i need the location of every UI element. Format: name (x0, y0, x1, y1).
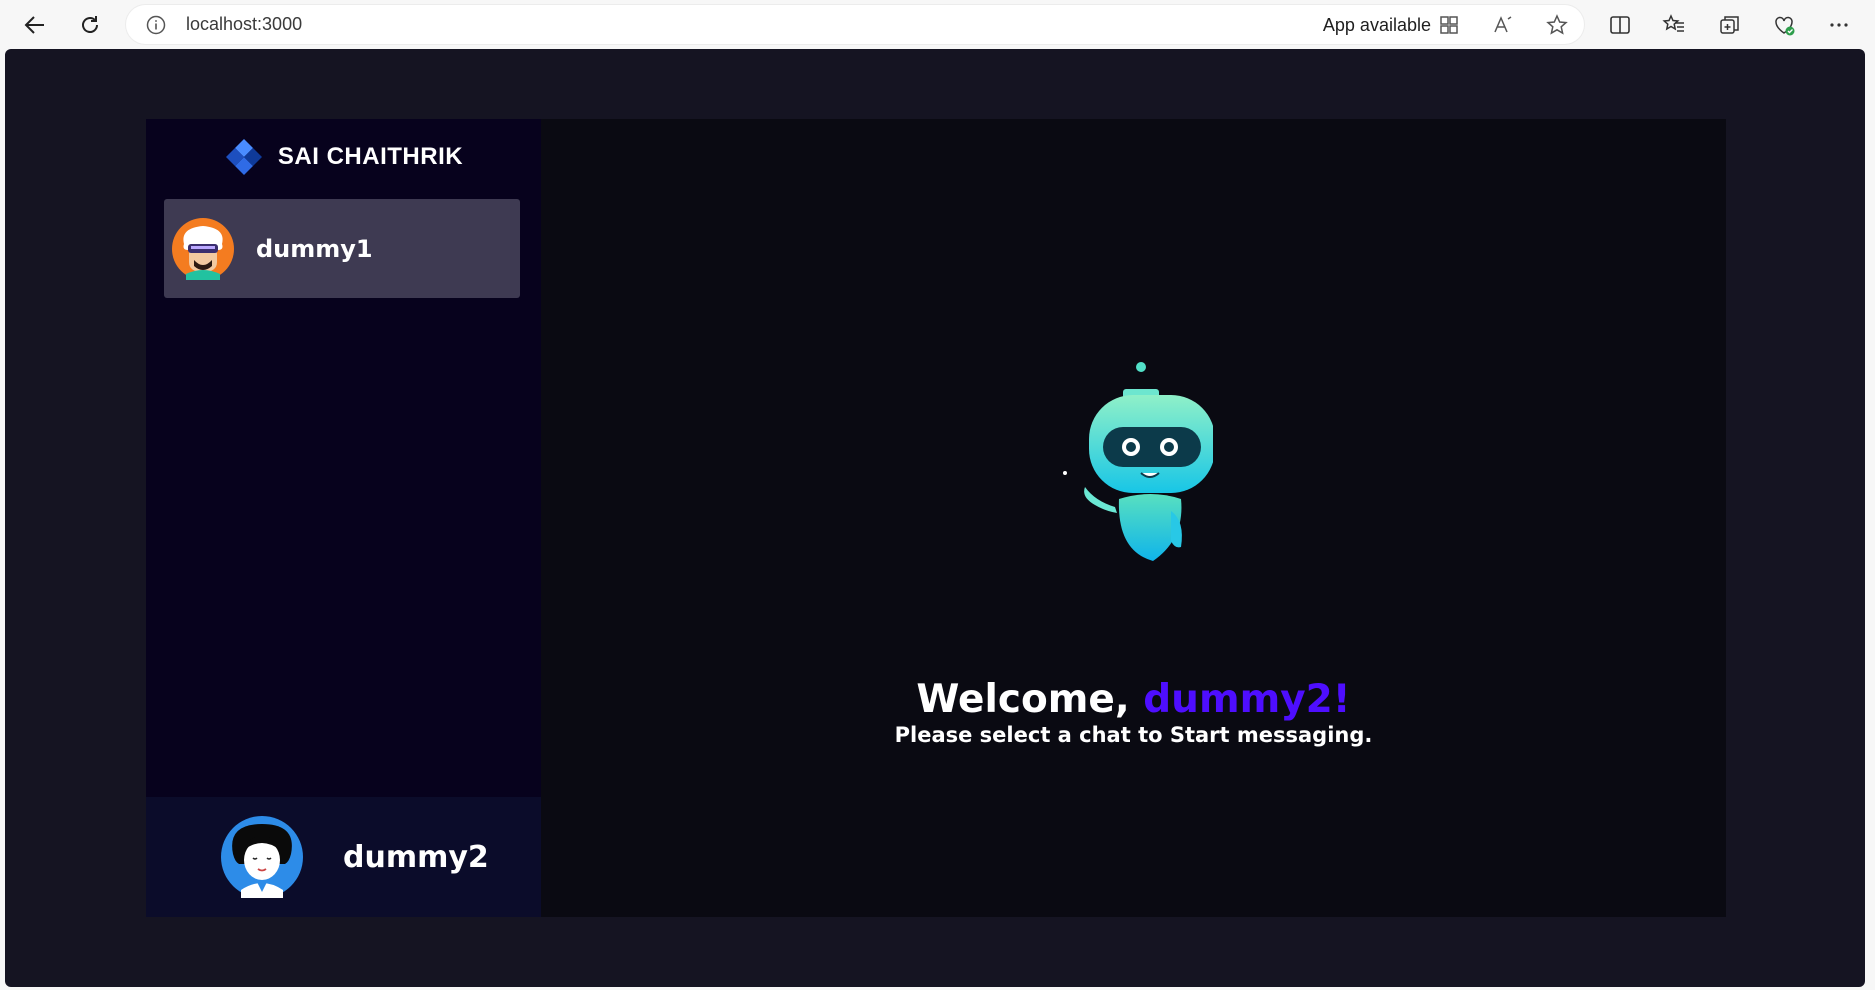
app-install-icon[interactable] (1438, 14, 1460, 36)
contacts-sidebar: SAI CHAITHRIK dummy1 dummy2 (146, 119, 541, 917)
page-viewport: SAI CHAITHRIK dummy1 dummy2 Welcome, dum… (5, 49, 1865, 987)
favorites-icon[interactable] (1662, 13, 1686, 37)
welcome-subtitle: Please select a chat to Start messaging. (894, 723, 1373, 747)
address-url[interactable]: localhost:3000 (186, 14, 302, 35)
refresh-button[interactable] (75, 10, 105, 40)
brand: SAI CHAITHRIK (146, 119, 541, 195)
current-user-panel: dummy2 (146, 797, 541, 917)
chat-container: SAI CHAITHRIK dummy1 dummy2 Welcome, dum… (146, 119, 1726, 917)
browser-toolbar: localhost:3000 App available (0, 0, 1875, 50)
collections-icon[interactable] (1718, 13, 1742, 37)
app-available-label[interactable]: App available (1323, 15, 1431, 36)
address-bar[interactable]: localhost:3000 App available (126, 5, 1584, 44)
refresh-icon (82, 16, 98, 33)
brand-name: SAI CHAITHRIK (277, 143, 464, 170)
back-icon (24, 16, 44, 34)
avatar (172, 217, 234, 280)
contact-item-dummy1[interactable]: dummy1 (164, 199, 520, 298)
robot-illustration (1063, 362, 1213, 561)
favorite-star-icon[interactable] (1546, 14, 1568, 36)
avatar (221, 816, 303, 898)
welcome-heading: Welcome, dummy2! (541, 677, 1726, 722)
more-icon[interactable] (1827, 13, 1851, 37)
read-aloud-icon[interactable] (1492, 14, 1514, 36)
browser-essentials-icon[interactable] (1772, 13, 1796, 37)
split-screen-icon[interactable] (1608, 13, 1632, 37)
current-user-name: dummy2 (343, 839, 489, 875)
welcome-greeting: Welcome, (916, 677, 1144, 722)
brand-logo-icon (225, 139, 262, 175)
contact-name: dummy1 (256, 234, 373, 263)
info-icon[interactable] (146, 15, 166, 35)
back-button[interactable] (20, 10, 50, 40)
welcome-username: dummy2! (1143, 677, 1351, 722)
welcome-panel: Welcome, dummy2! Please select a chat to… (541, 119, 1726, 917)
